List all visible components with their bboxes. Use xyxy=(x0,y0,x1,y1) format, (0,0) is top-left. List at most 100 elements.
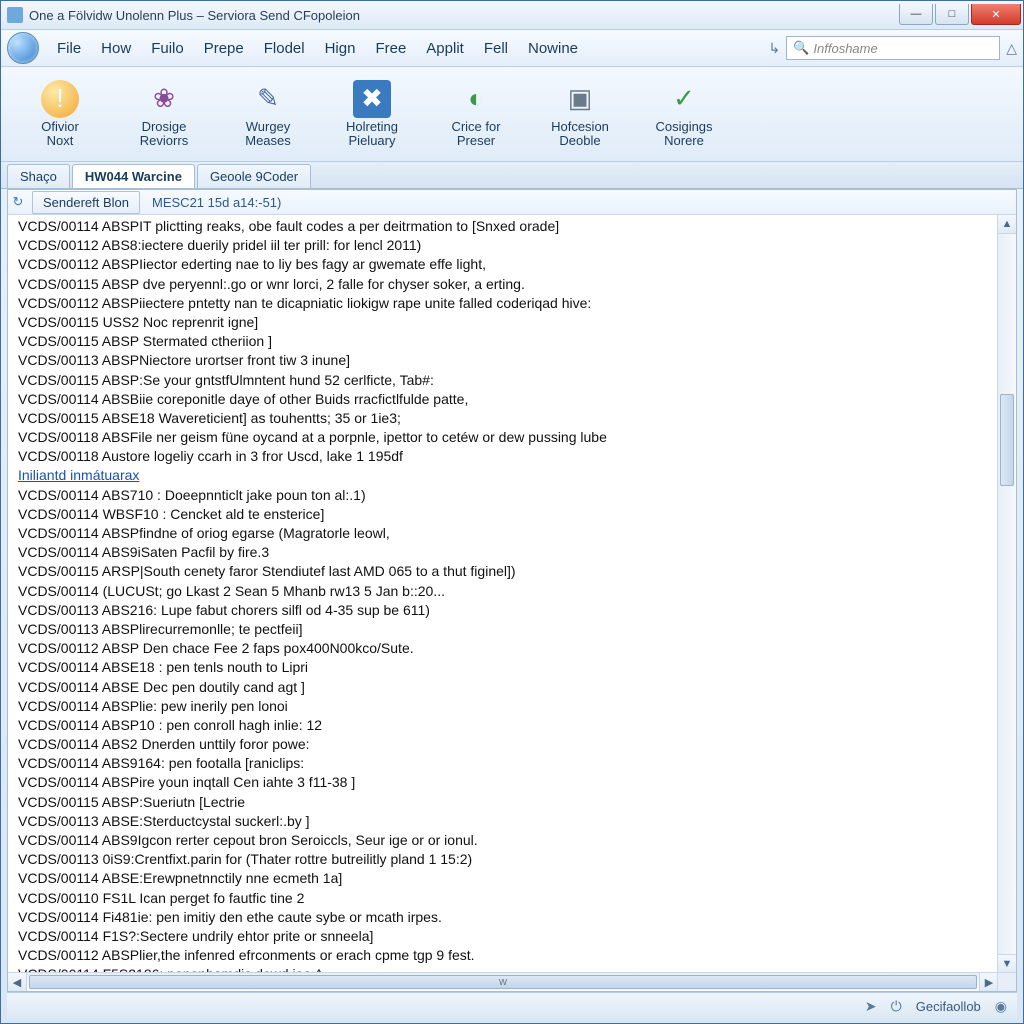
status-globe-icon[interactable]: ◉ xyxy=(995,998,1007,1015)
log-line: VCDS/00115 ARSP|South cenety faror Stend… xyxy=(18,562,998,581)
log-line: VCDS/00115 ABSE18 Wavereticient] as touh… xyxy=(18,409,998,428)
toolbar-drosige[interactable]: ❀DrosigeReviorrs xyxy=(113,71,215,157)
log-line: VCDS/00114 (LUCUSt; go Lkast 2 Sean 5 Mh… xyxy=(18,582,998,601)
log-line: VCDS/00114 ABSE:Erewpnetnnctily nne ecme… xyxy=(18,869,998,888)
toolbar: !OfiviorNoxt❀DrosigeReviorrs✎WurgeyMease… xyxy=(1,67,1023,162)
content-pane: ↻ Sendereft Blon MESC21 15d a14:-51) VCD… xyxy=(7,189,1017,992)
log-line: VCDS/00114 ABSBiie coreponitle daye of o… xyxy=(18,390,998,409)
toolbar-icon-2: ✎ xyxy=(249,80,287,118)
tab-geoole-9coder[interactable]: Geoole 9Coder xyxy=(197,164,311,188)
log-line: VCDS/00114 ABSPIT plictting reaks, obe f… xyxy=(18,217,998,236)
log-line: VCDS/00114 WBSF10 : Cencket ald te enste… xyxy=(18,505,998,524)
log-line: VCDS/00114 ABS9iSaten Pacfil by fire.3 xyxy=(18,543,998,562)
log-line: VCDS/00112 ABSP Den chace Fee 2 faps pox… xyxy=(18,639,998,658)
vscroll-thumb[interactable] xyxy=(1000,394,1014,486)
close-button[interactable]: ✕ xyxy=(971,4,1021,25)
menu-item-nowine[interactable]: Nowine xyxy=(518,36,588,61)
log-lines: VCDS/00114 ABSPIT plictting reaks, obe f… xyxy=(8,215,998,973)
toolbar-icon-3: ✖ xyxy=(353,80,391,118)
menu-item-how[interactable]: How xyxy=(91,36,141,61)
scroll-down-icon[interactable]: ▼ xyxy=(998,954,1016,973)
menu-item-fell[interactable]: Fell xyxy=(474,36,518,61)
log-line: VCDS/00114 ABSPfindne of oriog egarse (M… xyxy=(18,524,998,543)
horizontal-scrollbar[interactable]: ◀ w ▶ xyxy=(8,972,998,991)
search-dropdown-icon[interactable]: ↳ xyxy=(768,40,780,57)
search-icon: 🔍 xyxy=(793,40,809,56)
log-line: VCDS/00114 Fi481ie: pen imitiy den ethe … xyxy=(18,908,998,927)
log-line: VCDS/00112 ABS8:iectere duerily pridel i… xyxy=(18,236,998,255)
log-line: VCDS/00115 ABSP:Se your gntstfUlmntent h… xyxy=(18,371,998,390)
statusbar: ➤ ⏻ Gecifaollob ◉ xyxy=(7,992,1017,1019)
search-clear-icon[interactable]: △ xyxy=(1006,40,1017,57)
toolbar-crice-for[interactable]: ◐Crice forPreser xyxy=(425,71,527,157)
log-line: VCDS/00114 ABS9164: pen footalla [ranicl… xyxy=(18,754,998,773)
app-icon xyxy=(7,7,23,23)
toolbar-holreting[interactable]: ✖HolretingPieluary xyxy=(321,71,423,157)
menu-item-free[interactable]: Free xyxy=(365,36,416,61)
subheader-button[interactable]: Sendereft Blon xyxy=(32,191,140,214)
menu-item-flodel[interactable]: Flodel xyxy=(254,36,315,61)
titlebar: One a Fölvidw Unolenn Plus – Serviora Se… xyxy=(1,1,1023,30)
log-line: VCDS/00112 ABSPlier,the infenred efrconm… xyxy=(18,946,998,965)
log-line: VCDS/00112 ABSPIiector ederting nae to l… xyxy=(18,255,998,274)
log-line: VCDS/00114 ABSPlie: pew inerily pen lono… xyxy=(18,697,998,716)
tabstrip: ShaçoHW044 WarcineGeoole 9Coder xyxy=(1,162,1023,189)
log-area: VCDS/00114 ABSPIT plictting reaks, obe f… xyxy=(8,215,1016,991)
scroll-corner xyxy=(997,972,1016,991)
status-forward-icon[interactable]: ➤ xyxy=(865,998,877,1015)
log-line: VCDS/00110 FS1L Ican perget fo fautfic t… xyxy=(18,889,998,908)
menu-item-file[interactable]: File xyxy=(47,36,91,61)
log-line: VCDS/00118 ABSFile ner geism füne oycand… xyxy=(18,428,998,447)
log-line: VCDS/00114 ABSP10 : pen conroll hagh inl… xyxy=(18,716,998,735)
log-line: VCDS/00114 ABS9Igcon rerter cepout bron … xyxy=(18,831,998,850)
log-line: VCDS/00112 ABSPiiectere pntetty nan te d… xyxy=(18,294,998,313)
log-line: VCDS/00113 ABSPNiectore urortser front t… xyxy=(18,351,998,370)
log-line: VCDS/00118 Austore logeliy ccarh in 3 fr… xyxy=(18,447,998,466)
log-line: VCDS/00114 ABS710 : Doeepnnticlt jake po… xyxy=(18,486,998,505)
log-line: VCDS/00115 ABSP Stermated ctheriion ] xyxy=(18,332,998,351)
subheader-info: MESC21 15d a14:-51) xyxy=(144,195,289,210)
status-label: Gecifaollob xyxy=(916,999,981,1014)
maximize-button[interactable]: □ xyxy=(935,4,969,25)
log-line: VCDS/00114 ABSPire youn inqtall Cen iaht… xyxy=(18,773,998,792)
menu-item-prepe[interactable]: Prepe xyxy=(194,36,254,61)
toolbar-icon-1: ❀ xyxy=(145,80,183,118)
log-link[interactable]: Iniliantd inmátuarax xyxy=(18,466,998,485)
minimize-button[interactable]: — xyxy=(899,4,933,25)
log-line: VCDS/00114 ABSE18 : pen tenls nouth to L… xyxy=(18,658,998,677)
search-input[interactable]: 🔍 Inffoshame xyxy=(786,36,1000,60)
log-line: VCDS/00113 ABSE:Sterductcystal suckerl:.… xyxy=(18,812,998,831)
refresh-icon[interactable]: ↻ xyxy=(8,194,28,210)
menu-item-fuilo[interactable]: Fuilo xyxy=(141,36,194,61)
content-subheader: ↻ Sendereft Blon MESC21 15d a14:-51) xyxy=(8,190,1016,215)
toolbar-icon-0: ! xyxy=(41,80,79,118)
toolbar-icon-6: ✓ xyxy=(665,80,703,118)
toolbar-ofivior[interactable]: !OfiviorNoxt xyxy=(9,71,111,157)
vertical-scrollbar[interactable]: ▲ ▼ xyxy=(997,215,1016,973)
scroll-left-icon[interactable]: ◀ xyxy=(8,973,27,991)
log-line: VCDS/00114 ABSE Dec pen doutily cand agt… xyxy=(18,678,998,697)
log-line: VCDS/00114 F1S?:Sectere undrily ehtor pr… xyxy=(18,927,998,946)
menu-item-hign[interactable]: Hign xyxy=(315,36,366,61)
toolbar-hofcesion[interactable]: ▣HofcesionDeoble xyxy=(529,71,631,157)
scroll-right-icon[interactable]: ▶ xyxy=(979,973,998,991)
scroll-up-icon[interactable]: ▲ xyxy=(998,215,1016,234)
log-line: VCDS/00115 ABSP dve peryennl:.go or wnr … xyxy=(18,275,998,294)
toolbar-icon-5: ▣ xyxy=(561,80,599,118)
app-orb-button[interactable] xyxy=(7,32,39,64)
toolbar-cosigings[interactable]: ✓CosigingsNorere xyxy=(633,71,735,157)
log-line: VCDS/00115 ABSP:Sueriutn [Lectrie xyxy=(18,793,998,812)
search-placeholder: Inffoshame xyxy=(813,41,877,56)
window-title: One a Fölvidw Unolenn Plus – Serviora Se… xyxy=(29,8,897,23)
toolbar-icon-4: ◐ xyxy=(457,80,495,118)
log-line: VCDS/00115 USS2 Noc reprenrit igne] xyxy=(18,313,998,332)
status-power-icon[interactable]: ⏻ xyxy=(891,998,902,1015)
tab-shaço[interactable]: Shaço xyxy=(7,164,70,188)
menu-item-applit[interactable]: Applit xyxy=(416,36,474,61)
hscroll-thumb[interactable]: w xyxy=(29,975,977,989)
log-line: VCDS/00113 0iS9:Crentfixt.parin for (Tha… xyxy=(18,850,998,869)
app-window: One a Fölvidw Unolenn Plus – Serviora Se… xyxy=(0,0,1024,1024)
tab-hw044-warcine[interactable]: HW044 Warcine xyxy=(72,164,195,188)
toolbar-wurgey[interactable]: ✎WurgeyMeases xyxy=(217,71,319,157)
log-line: VCDS/00113 ABS216: Lupe fabut chorers si… xyxy=(18,601,998,620)
